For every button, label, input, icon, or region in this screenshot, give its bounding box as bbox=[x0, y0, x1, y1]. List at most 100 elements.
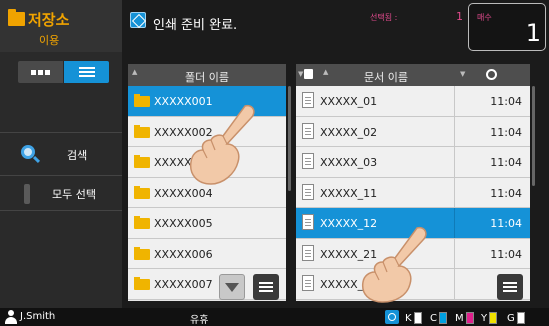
toner-indicator: C bbox=[430, 310, 447, 324]
sort-arrow-icon: ▼ bbox=[298, 70, 304, 78]
folder-row[interactable]: XXXXX005 bbox=[128, 208, 286, 239]
folder-name-header-label: 폴더 이름 bbox=[185, 71, 229, 84]
document-menu-button[interactable] bbox=[497, 274, 523, 300]
folder-menu-button[interactable] bbox=[253, 274, 279, 300]
document-icon bbox=[302, 244, 314, 261]
lock-icon[interactable] bbox=[304, 69, 313, 79]
copies-value: 1 bbox=[525, 19, 541, 47]
document-name: XXXXX_03 bbox=[320, 156, 378, 169]
column-divider bbox=[454, 147, 455, 177]
toner-bar bbox=[438, 312, 447, 324]
search-icon bbox=[21, 145, 35, 159]
folder-icon bbox=[134, 94, 150, 107]
thumbnail-icon bbox=[31, 69, 50, 75]
thumbnail-view-button[interactable] bbox=[18, 61, 63, 83]
document-time: 11:04 bbox=[490, 125, 522, 139]
search-label: 검색 bbox=[67, 149, 88, 162]
document-list-header: ▼ ▲ 문서 이름 ▼ bbox=[296, 64, 530, 86]
view-toggle bbox=[18, 61, 109, 83]
select-all-label: 모두 선택 bbox=[52, 188, 96, 201]
app-header: 저장소 이용 bbox=[0, 0, 122, 52]
copies-label: 매수 bbox=[477, 13, 492, 22]
list-icon bbox=[78, 67, 95, 77]
column-divider bbox=[454, 116, 455, 146]
column-divider bbox=[454, 177, 455, 207]
left-sidebar: 저장소 이용 검색 모두 선택 bbox=[0, 0, 122, 308]
folder-scrollbar[interactable] bbox=[288, 86, 291, 191]
status-message: 인쇄 준비 완료. bbox=[153, 18, 238, 33]
document-row[interactable]: XXXXX_02 11:04 bbox=[296, 116, 530, 147]
user-icon bbox=[5, 310, 17, 324]
divider bbox=[0, 210, 122, 211]
folder-name: XXXXX006 bbox=[154, 247, 213, 261]
folder-icon bbox=[134, 246, 150, 260]
selected-label: 선택됨 : bbox=[370, 13, 398, 22]
printer-status-icon bbox=[130, 12, 146, 28]
select-all-icon bbox=[24, 184, 30, 204]
toner-indicator: G bbox=[507, 310, 525, 324]
document-time: 11:04 bbox=[490, 217, 522, 230]
toner-label: C bbox=[430, 313, 437, 324]
app-title: 저장소 bbox=[28, 11, 70, 29]
document-time: 11:04 bbox=[490, 156, 522, 169]
document-row[interactable]: XXXXX_03 11:04 bbox=[296, 147, 530, 178]
clock-icon[interactable] bbox=[486, 69, 497, 80]
toner-bar bbox=[413, 312, 422, 324]
menu-icon bbox=[259, 282, 273, 292]
toner-label: K bbox=[405, 313, 412, 324]
app-subtitle: 이용 bbox=[39, 34, 60, 47]
folder-row[interactable]: XXXXX006 bbox=[128, 238, 286, 269]
document-icon bbox=[302, 183, 314, 200]
document-icon bbox=[302, 153, 314, 169]
user-name: J.Smith bbox=[20, 311, 56, 322]
copies-field[interactable]: 매수 1 bbox=[468, 3, 546, 51]
tap-hand-icon bbox=[361, 226, 427, 303]
document-icon bbox=[302, 214, 314, 230]
document-scrollbar[interactable] bbox=[532, 86, 535, 186]
scroll-down-button[interactable] bbox=[219, 274, 245, 300]
folder-name: XXXXX007 bbox=[154, 278, 213, 291]
top-bar: 인쇄 준비 완료. 선택됨 : 1 매수 1 bbox=[122, 0, 549, 52]
folder-icon bbox=[134, 185, 150, 199]
document-row[interactable]: XXXXX_01 11:04 bbox=[296, 86, 530, 117]
toner-label: Y bbox=[481, 313, 488, 324]
document-icon bbox=[302, 92, 314, 108]
folder-name: XXXXX005 bbox=[154, 217, 213, 230]
folder-icon bbox=[134, 216, 150, 229]
folder-icon bbox=[134, 155, 150, 168]
document-name: XXXXX_01 bbox=[320, 95, 378, 108]
document-row[interactable]: XXXXX_11 11:04 bbox=[296, 177, 530, 208]
folder-name-column-header[interactable]: ▲ 폴더 이름 bbox=[128, 64, 286, 86]
menu-icon bbox=[503, 282, 517, 292]
tap-hand-icon bbox=[189, 104, 255, 185]
sort-arrow-icon: ▼ bbox=[460, 70, 466, 78]
toner-label: M bbox=[455, 313, 464, 324]
toner-bar bbox=[465, 312, 474, 324]
toner-bar bbox=[489, 312, 498, 324]
toner-bar bbox=[516, 312, 525, 324]
toner-label: G bbox=[507, 313, 515, 324]
folder-icon bbox=[8, 9, 25, 26]
triangle-down-icon bbox=[225, 282, 239, 292]
sync-icon[interactable] bbox=[385, 310, 399, 324]
column-divider bbox=[454, 208, 455, 238]
toner-indicator: Y bbox=[481, 310, 498, 324]
document-name: XXXXX_11 bbox=[320, 186, 378, 200]
toner-indicator: K bbox=[405, 310, 422, 324]
search-button[interactable]: 검색 bbox=[0, 133, 122, 175]
status-bar: J.Smith 유휴 K C M Y G bbox=[0, 308, 549, 326]
document-name-header-label[interactable]: 문서 이름 bbox=[318, 69, 454, 85]
column-divider bbox=[454, 238, 455, 268]
column-divider bbox=[454, 269, 455, 299]
folder-icon bbox=[134, 124, 150, 138]
column-divider bbox=[454, 86, 455, 116]
machine-status: 유휴 bbox=[190, 315, 209, 326]
document-time: 11:04 bbox=[490, 186, 522, 200]
document-icon bbox=[302, 122, 314, 139]
selected-count: 1 bbox=[456, 10, 463, 23]
document-time: 11:04 bbox=[490, 247, 522, 261]
list-view-button[interactable] bbox=[64, 61, 109, 83]
document-name: XXXXX_02 bbox=[320, 125, 378, 139]
select-all-button[interactable]: 모두 선택 bbox=[0, 176, 122, 210]
folder-icon bbox=[134, 277, 150, 290]
